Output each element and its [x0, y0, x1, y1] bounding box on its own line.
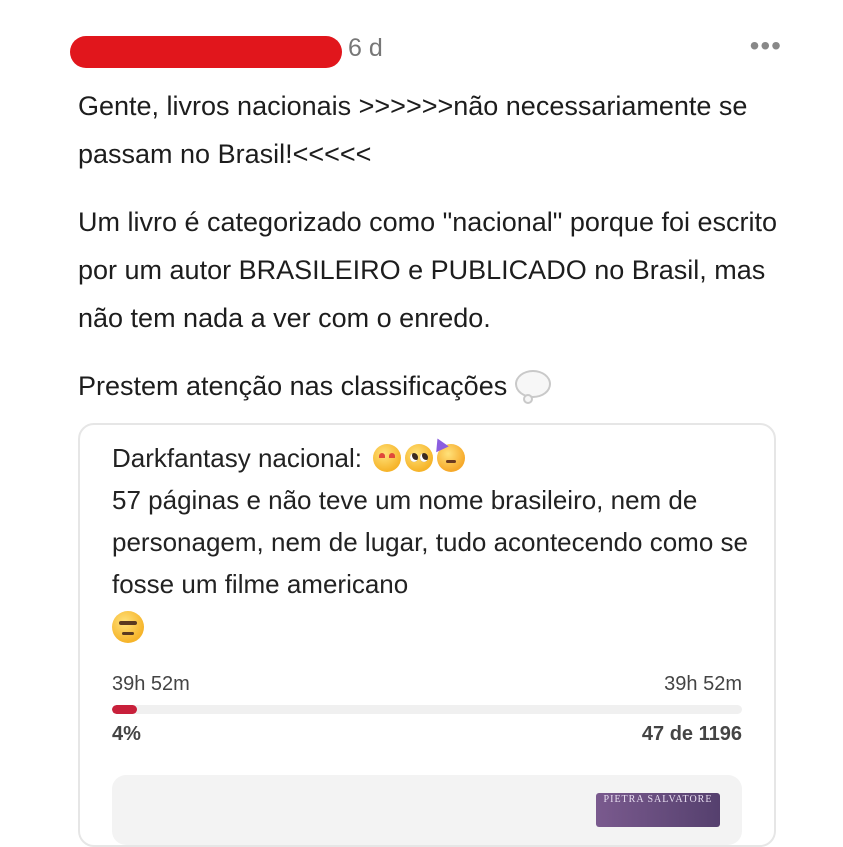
reading-progress-fill	[112, 705, 138, 714]
thought-bubble-icon	[515, 370, 552, 404]
review-body: 57 páginas e não teve um nome brasileiro…	[112, 485, 748, 599]
progress-time-right: 39h 52m	[664, 673, 742, 695]
post-paragraph-3: Prestem atenção nas classificações	[78, 362, 798, 410]
redacted-username	[70, 36, 342, 68]
post-paragraph-2: Um livro é categorizado como "nacional" …	[78, 207, 778, 333]
pleading-face-emoji-icon	[405, 444, 434, 472]
progress-percent: 4%	[112, 723, 141, 745]
smiling-hearts-emoji-icon	[373, 444, 402, 472]
progress-time-left: 39h 52m	[112, 673, 190, 695]
progress-pages: 47 de 1196	[641, 723, 742, 745]
review-text: Darkfantasy nacional: 57 páginas e não t…	[112, 437, 752, 647]
reading-progress-bar	[112, 705, 742, 714]
book-cover-text: PIETRA SALVATORE	[603, 794, 713, 805]
review-title: Darkfantasy nacional:	[112, 443, 363, 473]
book-preview[interactable]: PIETRA SALVATORE	[112, 775, 742, 845]
more-options-icon[interactable]: •••	[750, 30, 782, 62]
quoted-review-card[interactable]: Darkfantasy nacional: 57 páginas e não t…	[78, 423, 776, 847]
partying-face-emoji-icon	[437, 444, 466, 472]
book-cover-thumbnail: PIETRA SALVATORE	[596, 793, 720, 827]
post-timestamp: 6 d	[348, 34, 383, 62]
post-paragraph-1: Gente, livros nacionais >>>>>>não necess…	[78, 91, 748, 169]
post-header: 6 d •••	[70, 30, 790, 70]
face-raised-eyebrow-emoji-icon	[112, 611, 144, 643]
post-paragraph-3-text: Prestem atenção nas classificações	[78, 371, 508, 401]
